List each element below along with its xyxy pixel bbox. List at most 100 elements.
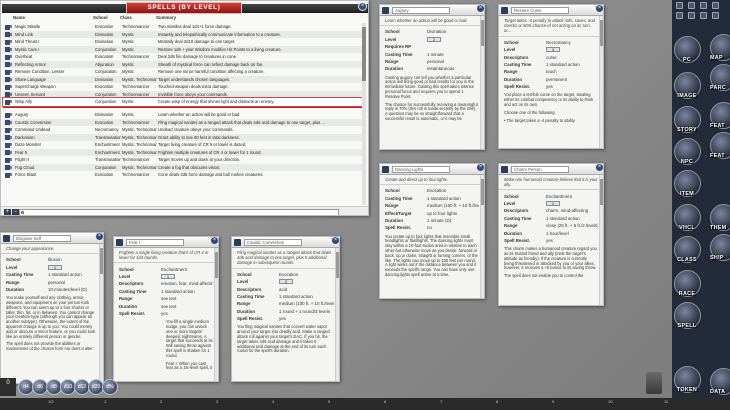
sidebar-label[interactable]: ITEM — [671, 191, 703, 198]
casting-time-value[interactable]: 1 standard action — [427, 196, 479, 201]
fear-i-window[interactable]: Fear I × Frighten a single living creatu… — [113, 236, 219, 382]
hotkey-slot[interactable]: 11 — [664, 399, 668, 404]
chat-icon[interactable] — [688, 2, 695, 9]
list-item[interactable]: Wisp Ally Conjuration Mystic Create wisp of… — [2, 97, 364, 107]
descriptors-value[interactable]: charm, mind-affecting — [546, 208, 598, 213]
hotkey-slot[interactable]: 2 — [160, 399, 162, 404]
range-value[interactable]: see text — [161, 296, 213, 301]
col-school[interactable]: School — [93, 15, 119, 20]
list-item[interactable]: Magic Missile Evocation Technomancer Two mi… — [3, 23, 363, 31]
school-value[interactable]: Divination — [427, 29, 479, 34]
sidebar-label[interactable]: RACE — [671, 291, 703, 298]
modifier-box[interactable]: 0 — [0, 378, 16, 396]
effects-icon[interactable] — [712, 2, 719, 9]
scrollbar-thumb[interactable] — [362, 27, 366, 81]
list-item[interactable]: Flight II Transmutation Technomancer Target… — [3, 156, 363, 164]
effect-target-value[interactable]: up to four lights — [427, 211, 479, 216]
modules-icon[interactable] — [700, 12, 707, 19]
spell-resist-value[interactable]: yes — [546, 84, 598, 89]
spell-description[interactable]: You make yourself-and any clothing, armo… — [1, 293, 103, 358]
spell-resist-value[interactable]: yes — [546, 238, 598, 243]
hotkey-slot[interactable]: 10 — [608, 399, 612, 404]
col-class[interactable]: Class — [120, 15, 155, 20]
sidebar-label[interactable]: TOKEN — [671, 387, 703, 394]
school-value[interactable]: Illusion — [48, 257, 98, 262]
descriptors-value[interactable]: curse — [546, 55, 598, 60]
sidebar-label[interactable]: PC — [671, 57, 703, 64]
hotkey-slot[interactable]: 1 — [104, 399, 106, 404]
hotkey-slot[interactable]: 8 — [496, 399, 498, 404]
list-item[interactable]: Mind Thrust I Divination Mystic Mentally de… — [3, 38, 363, 46]
hotkey-slot[interactable]: 5 — [328, 399, 330, 404]
range-value[interactable]: personal — [48, 280, 98, 285]
range-value[interactable]: close (25 ft. + 5 ft./2 levels) — [546, 223, 598, 228]
spell-description[interactable]: Casting augury can tell you whether a pa… — [380, 73, 484, 128]
spell-description[interactable]: You create up to four lights that resemb… — [380, 232, 484, 284]
spell-list-scrollbar[interactable] — [362, 23, 366, 205]
disguise-self-window[interactable]: Disguise Self × Change your appearance. … — [0, 232, 104, 384]
hotkey-slot[interactable]: 9 — [552, 399, 554, 404]
close-icon[interactable]: × — [210, 237, 218, 245]
list-item[interactable]: Daze Monster Enchantment Mystic, Technoman… — [3, 141, 363, 149]
level-value[interactable]: 3 — [546, 47, 560, 53]
tools-icon[interactable] — [676, 12, 683, 19]
calendar-icon[interactable] — [688, 12, 695, 19]
window-scrollbar[interactable] — [214, 248, 218, 381]
level-value[interactable]: 1 — [546, 200, 560, 206]
list-item[interactable]: Command Undead Necromancy Mystic, Technoma… — [3, 126, 363, 134]
trash-icon[interactable] — [646, 372, 662, 394]
close-icon[interactable]: × — [95, 233, 103, 241]
sidebar-label[interactable]: STORY — [671, 127, 703, 134]
col-name[interactable]: Name — [13, 15, 90, 20]
window-scrollbar[interactable] — [335, 248, 339, 381]
school-value[interactable]: Evocation — [279, 272, 334, 277]
school-value[interactable]: Enchantment — [546, 194, 598, 199]
sidebar-label[interactable]: FEAT — [710, 123, 730, 130]
sidebar-label[interactable]: IMAGE — [671, 93, 703, 100]
window-scrollbar[interactable] — [599, 16, 603, 148]
descriptors-value[interactable]: emotion, fear, mind-affecting — [161, 281, 213, 286]
spell-description[interactable]: This charm makes a humanoid creature reg… — [499, 244, 603, 285]
dancing-lights-window[interactable]: Dancing Lights × Create and direct up to… — [379, 163, 485, 299]
level-value[interactable]: 2 — [279, 279, 293, 285]
list-item[interactable]: Overheat Evocation Technomancer Deal 2d8 fi… — [3, 53, 363, 61]
list-item[interactable]: Supercharge Weapon Evocation Technomancer T… — [3, 83, 363, 91]
hotkey-slot[interactable]: 7 — [440, 399, 442, 404]
casting-time-value[interactable]: 1 standard action — [546, 216, 598, 221]
augury-window[interactable]: Augury × Learn whether an action will be… — [379, 4, 485, 150]
sidebar-label[interactable]: VHCL — [671, 225, 703, 232]
options-icon[interactable] — [700, 2, 707, 9]
close-icon[interactable]: × — [595, 5, 603, 13]
col-summary[interactable]: Summary — [156, 15, 361, 20]
duration-value[interactable]: 10 minutes/level (D) — [48, 287, 98, 292]
duration-value[interactable]: instantaneous — [427, 66, 479, 71]
school-value[interactable]: Enchantment — [161, 267, 213, 272]
add-icon[interactable]: + — [4, 209, 11, 215]
level-value[interactable]: 1 — [48, 264, 62, 270]
sidebar-label[interactable]: FEAT — [710, 153, 730, 160]
duration-value[interactable]: see text — [161, 304, 213, 309]
duration-value[interactable]: 1 round + 1 round/3 levels — [279, 309, 334, 314]
sidebar-label[interactable]: THEM — [710, 225, 730, 232]
spell-description[interactable]: You place a terrible curse on the target… — [499, 90, 603, 129]
list-item[interactable]: Remove Condition, Lesser Conjuration Mysti… — [3, 68, 363, 76]
search-input[interactable] — [19, 209, 339, 215]
school-value[interactable]: Evocation — [427, 188, 479, 193]
charm-person-window[interactable]: Charm Person × Make one humanoid creatur… — [498, 163, 604, 306]
list-item[interactable]: Mind Link Divination Mystic Instantly and t… — [3, 30, 363, 39]
range-value[interactable]: medium (100 ft. + 10 ft./level) — [427, 203, 479, 208]
remove-icon[interactable]: − — [12, 209, 19, 215]
sidebar-label[interactable]: MAP — [710, 55, 730, 62]
restore-curse-window[interactable]: Restore Curse × Target takes -4 penalty … — [498, 4, 604, 149]
list-item[interactable]: Augury Divination Mystic Learn whether an a… — [3, 111, 363, 119]
hotkey-slot[interactable]: 3 — [216, 399, 218, 404]
window-scrollbar[interactable] — [480, 175, 484, 298]
hotkey-slot[interactable]: 4 — [272, 399, 274, 404]
list-item[interactable]: Caustic Conversion Evocation Technomancer F… — [3, 118, 363, 127]
close-icon[interactable]: × — [595, 164, 603, 172]
close-icon[interactable]: × — [331, 237, 339, 245]
duration-value[interactable]: 1 hour/level — [546, 231, 598, 236]
list-item[interactable]: Darkvision Transmutation Mystic, Technoman… — [3, 133, 363, 142]
sidebar-label[interactable]: SPELL — [671, 323, 703, 330]
close-icon[interactable]: × — [476, 164, 484, 172]
